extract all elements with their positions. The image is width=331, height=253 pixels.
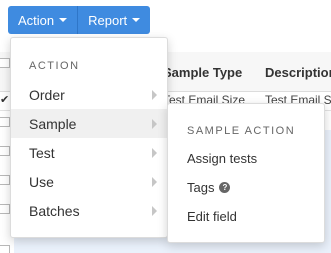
submenu-item-edit-field[interactable]: Edit field [187,209,237,224]
menu-item-order[interactable]: Order [11,80,167,109]
sample-action-submenu: SAMPLE ACTION Assign tests Tags ? Edit f… [167,103,325,243]
menu-item-test[interactable]: Test [11,138,167,167]
menu-item-label: Use [29,173,54,190]
column-header-description[interactable]: Description [265,65,331,80]
menu-item-label: Test [29,144,55,161]
submenu-item-label: Assign tests [187,151,258,166]
menu-item-label: Order [29,86,65,103]
chevron-right-icon [152,177,157,187]
menu-item-batches[interactable]: Batches [11,196,167,225]
menu-header: ACTION [29,60,80,72]
menu-item-label: Batches [29,202,80,219]
report-button-label: Report [88,12,128,28]
report-button[interactable]: Report [78,6,151,34]
chevron-right-icon [152,148,157,158]
toolbar: Action Report [8,6,151,34]
caret-down-icon [59,18,68,22]
row-checkbox[interactable] [0,117,10,127]
submenu-item-label: Edit field [187,209,237,224]
row-checkbox[interactable] [0,175,10,185]
menu-item-sample[interactable]: Sample [11,109,167,138]
caret-down-icon [132,18,141,22]
chevron-right-icon [152,90,157,100]
row-checkbox[interactable] [0,146,10,156]
action-button[interactable]: Action [8,6,79,34]
action-menu: ACTION Order Sample Test Use Batches [10,37,168,238]
menu-item-label: Sample [29,115,77,132]
row-checkbox[interactable] [0,204,10,214]
row-checkbox[interactable]: ✔ [0,93,9,106]
action-button-label: Action [18,12,55,28]
submenu-item-tags[interactable]: Tags ? [187,180,231,195]
row-checkbox[interactable] [0,58,10,68]
menu-item-use[interactable]: Use [11,167,167,196]
chevron-right-icon [152,119,157,129]
submenu-header: SAMPLE ACTION [187,125,296,137]
chevron-right-icon [152,206,157,216]
column-header-sample-type[interactable]: Sample Type [163,65,242,80]
submenu-item-assign-tests[interactable]: Assign tests [187,151,257,166]
submenu-item-label: Tags [187,180,215,195]
row-checkbox[interactable] [0,245,10,253]
help-icon[interactable]: ? [219,182,231,193]
page: Sample Type Description Test Email Size … [0,0,331,253]
